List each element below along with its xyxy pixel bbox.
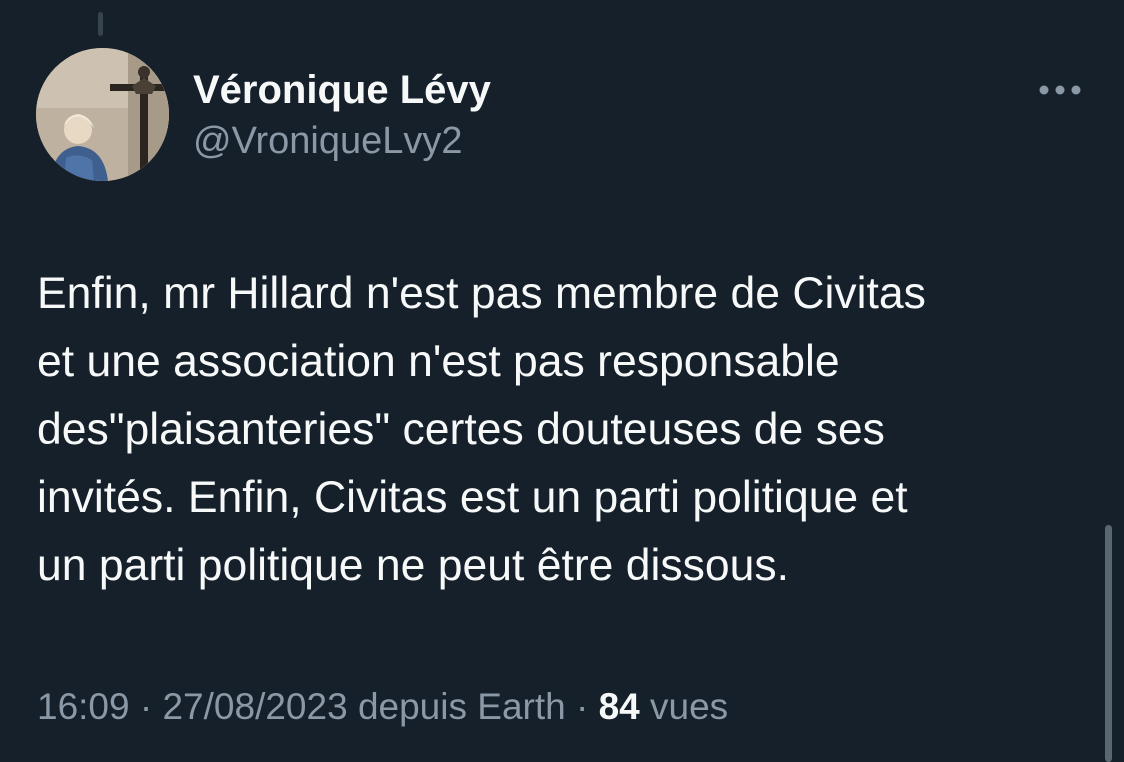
tweet-metadata: 16:09 · 27/08/2023 depuis Earth · 84 vue… bbox=[37, 682, 728, 732]
tweet-text: Enfin, mr Hillard n'est pas membre de Ci… bbox=[37, 269, 926, 590]
scrollbar[interactable] bbox=[1105, 525, 1112, 762]
tweet-time[interactable]: 16:09 bbox=[37, 686, 130, 727]
more-dots-icon bbox=[1039, 85, 1081, 95]
avatar[interactable] bbox=[36, 48, 169, 181]
profile-photo-icon bbox=[36, 48, 169, 181]
views-label: vues bbox=[639, 686, 729, 727]
author-handle[interactable]: @VroniqueLvy2 bbox=[193, 118, 491, 164]
tweet-date[interactable]: 27/08/2023 bbox=[162, 686, 347, 727]
author-block[interactable]: Véronique Lévy @VroniqueLvy2 bbox=[193, 66, 491, 164]
meta-separator: · bbox=[129, 686, 163, 727]
views-count[interactable]: 84 bbox=[599, 686, 640, 727]
tweet-source: depuis Earth bbox=[347, 686, 566, 727]
meta-separator: · bbox=[565, 686, 599, 727]
author-display-name[interactable]: Véronique Lévy bbox=[193, 66, 491, 114]
more-options-button[interactable] bbox=[1030, 72, 1090, 108]
thread-connector-line bbox=[98, 12, 103, 36]
